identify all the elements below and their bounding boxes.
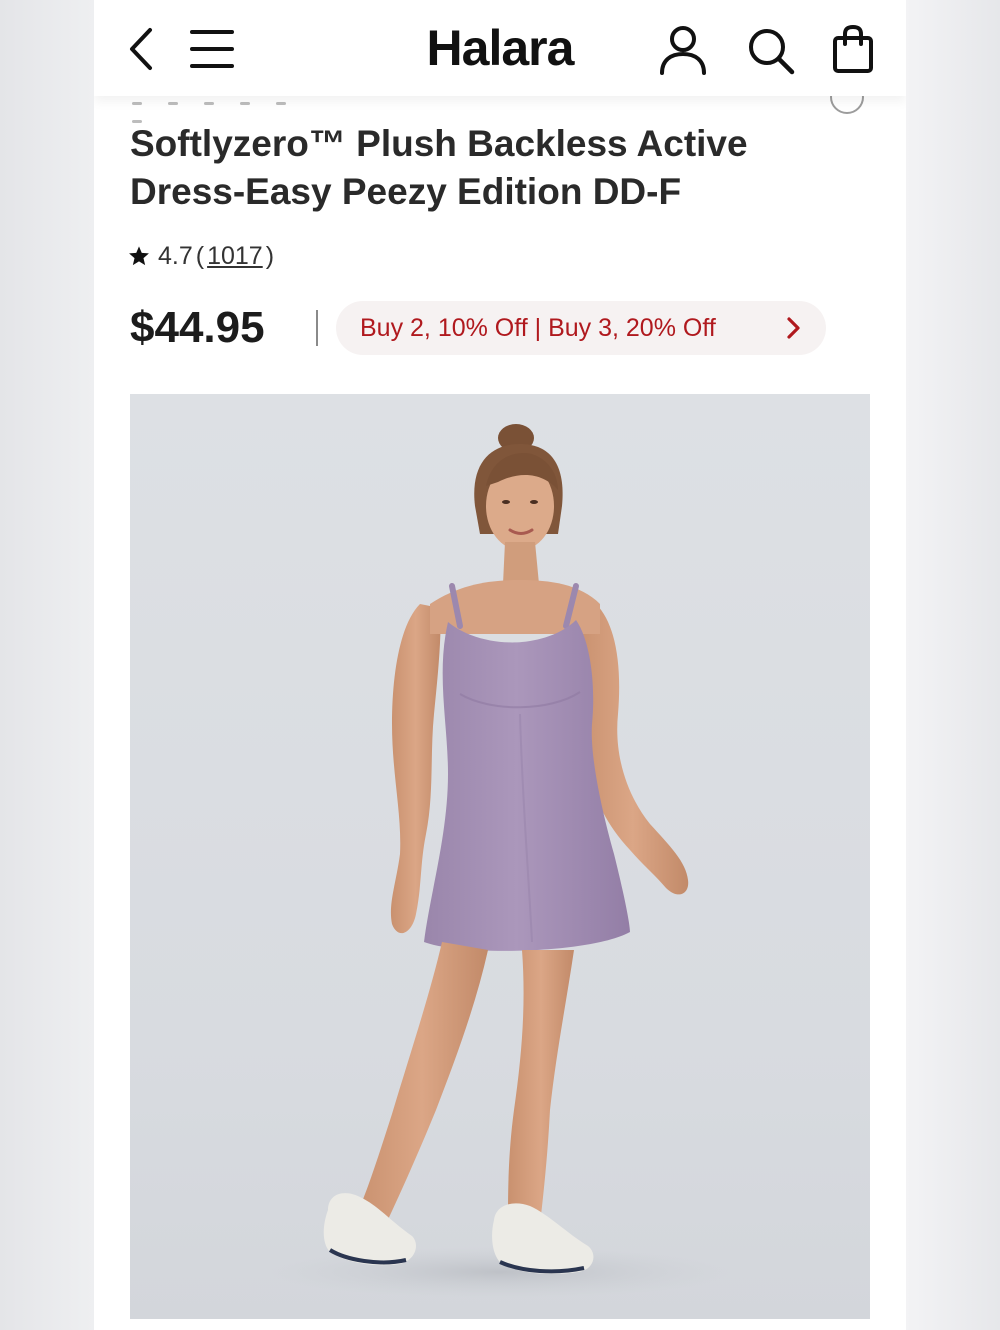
product-page: Halara Softlyzero™ Plush Backless Active… — [94, 0, 906, 1330]
rating-paren-close: ) — [265, 241, 275, 270]
account-icon — [660, 26, 706, 75]
left-backdrop — [0, 0, 94, 1330]
chevron-right-icon — [787, 317, 800, 339]
back-button[interactable] — [124, 26, 158, 72]
promo-text: Buy 2, 10% Off | Buy 3, 20% Off — [360, 313, 716, 342]
account-button[interactable] — [658, 24, 708, 76]
product-image[interactable] — [130, 394, 870, 1319]
menu-button[interactable] — [190, 28, 234, 70]
search-icon — [749, 29, 795, 75]
product-title: Softlyzero™ Plush Backless Active Dress-… — [130, 123, 748, 212]
search-button[interactable] — [746, 26, 796, 76]
menu-icon — [190, 30, 234, 68]
promo-banner[interactable]: Buy 2, 10% Off | Buy 3, 20% Off — [336, 301, 826, 355]
rating-value: 4.7 — [158, 241, 193, 270]
review-count-link[interactable]: 1017 — [207, 242, 263, 271]
star-icon — [129, 246, 149, 266]
shopping-bag-icon — [833, 24, 873, 73]
rating-paren-open: ( — [195, 241, 205, 270]
shopping-bag-button[interactable] — [832, 24, 874, 74]
product-rating: 4.7 ( 1017 ) — [128, 238, 277, 274]
price-divider — [316, 310, 318, 346]
right-backdrop — [906, 0, 1000, 1330]
top-navigation-bar: Halara — [94, 0, 906, 96]
product-price: $44.95 — [130, 303, 265, 352]
back-icon — [130, 28, 152, 70]
model-in-dress-illustration — [270, 424, 730, 1298]
brand-logo[interactable]: Halara — [384, 18, 616, 78]
